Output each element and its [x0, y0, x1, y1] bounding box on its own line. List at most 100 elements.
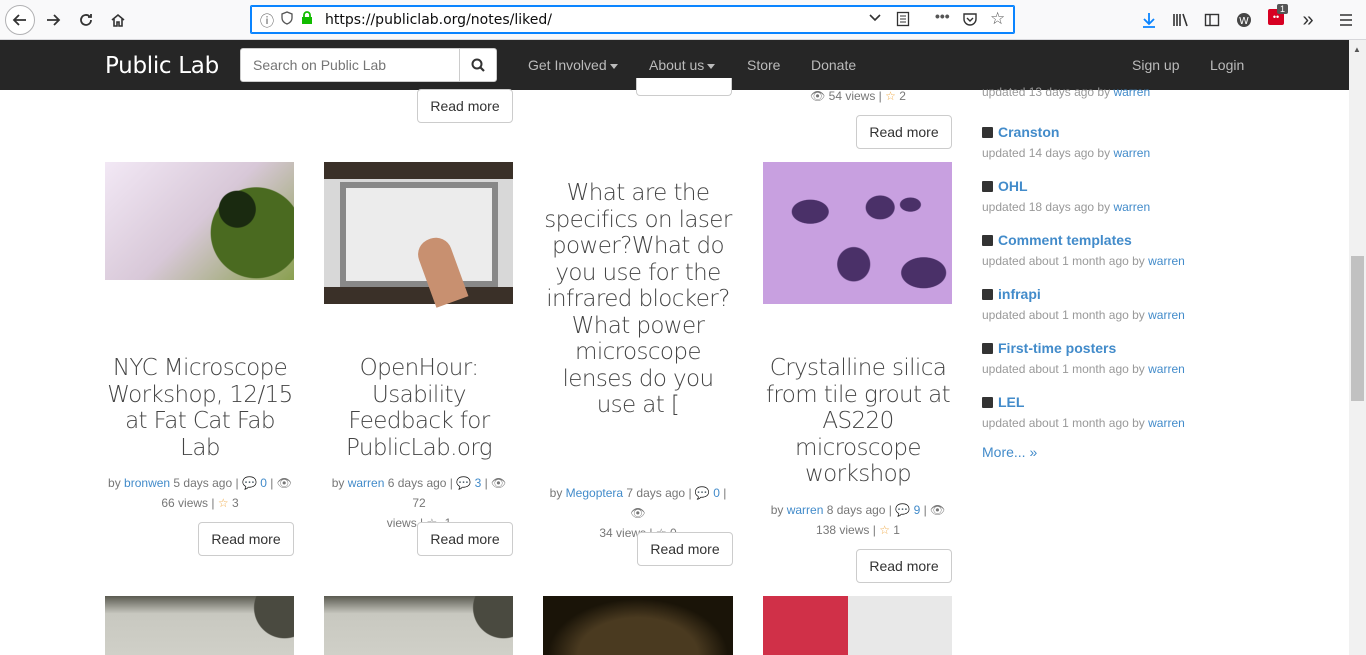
note-image-crystals[interactable] — [763, 162, 952, 304]
note-title[interactable]: NYC Microscope Workshop, 12/15 at Fat Ca… — [105, 355, 295, 461]
read-more-button[interactable]: Read more — [417, 89, 513, 123]
wiki-item: OHL updated 18 days ago by warren — [982, 178, 1151, 214]
note-image[interactable] — [324, 596, 513, 655]
library-icon[interactable] — [1167, 6, 1195, 34]
read-more-button[interactable]: Read more — [637, 532, 733, 566]
book-icon — [982, 127, 993, 138]
lock-icon — [301, 11, 313, 28]
overflow-icon[interactable]: » — [1294, 6, 1322, 34]
comments-link[interactable]: 0 — [713, 486, 720, 500]
user-link[interactable]: warren — [1148, 416, 1185, 430]
wiki-item: Cranston updated 14 days ago by warren — [982, 124, 1151, 160]
card-meta: by bronwen 5 days ago | 💬 0 | 👁 66 views … — [108, 476, 292, 510]
nav-about-us[interactable]: About us — [649, 57, 716, 73]
author-link[interactable]: warren — [348, 476, 385, 490]
read-more-button[interactable] — [636, 78, 732, 96]
caret-down-icon — [609, 63, 618, 69]
browser-toolbar: ⓘ https://publiclab.org/notes/liked/ •••… — [0, 0, 1366, 40]
user-link[interactable]: warren — [1113, 85, 1150, 99]
note-image[interactable] — [543, 596, 733, 655]
note-title[interactable]: OpenHour: Usability Feedback for PublicL… — [324, 355, 514, 461]
nav-get-involved[interactable]: Get Involved — [528, 57, 618, 73]
wiki-link[interactable]: First-time posters — [998, 340, 1116, 356]
url-text[interactable]: https://publiclab.org/notes/liked/ — [325, 12, 552, 28]
nav-store[interactable]: Store — [747, 57, 780, 73]
nav-donate[interactable]: Donate — [811, 57, 856, 73]
comments-link[interactable]: 3 — [475, 476, 482, 490]
caret-down-icon — [707, 63, 716, 69]
user-link[interactable]: warren — [1113, 146, 1150, 160]
home-icon[interactable] — [104, 6, 132, 34]
eye-icon: 👁 — [930, 503, 946, 517]
wiki-item: LEL updated about 1 month ago by warren — [982, 394, 1185, 430]
pocket-icon[interactable] — [962, 11, 978, 30]
download-icon[interactable] — [1135, 6, 1163, 34]
author-link[interactable]: bronwen — [124, 476, 170, 490]
note-image-microscope[interactable] — [105, 162, 294, 280]
svg-text:W: W — [1239, 16, 1249, 27]
wiki-link[interactable]: Comment templates — [998, 232, 1132, 248]
read-more-button[interactable]: Read more — [198, 522, 294, 556]
read-more-button[interactable]: Read more — [856, 549, 952, 583]
back-icon[interactable] — [5, 5, 35, 35]
comment-icon: 💬 — [241, 476, 257, 490]
author-link[interactable]: warren — [787, 503, 824, 517]
wordpress-icon[interactable]: W — [1230, 6, 1258, 34]
user-link[interactable]: warren — [1148, 308, 1185, 322]
wiki-link[interactable]: LEL — [998, 394, 1024, 410]
extension-badge: 1 — [1277, 4, 1289, 14]
shield-icon[interactable] — [281, 11, 293, 28]
info-icon[interactable]: ⓘ — [260, 11, 274, 31]
wiki-link[interactable]: OHL — [998, 178, 1028, 194]
more-link[interactable]: More... » — [982, 444, 1037, 460]
comment-icon: 💬 — [895, 503, 911, 517]
book-icon — [982, 181, 993, 192]
scroll-thumb[interactable] — [1351, 256, 1364, 401]
read-more-button[interactable]: Read more — [417, 522, 513, 556]
url-bar[interactable]: ⓘ https://publiclab.org/notes/liked/ •••… — [250, 5, 1015, 34]
sidebar-icon[interactable] — [1198, 6, 1226, 34]
card-meta: by warren 8 days ago | 💬 9 | 👁 138 views … — [770, 503, 946, 537]
book-icon — [982, 289, 993, 300]
scroll-up-icon[interactable]: ▲ — [1353, 45, 1361, 54]
book-icon — [982, 343, 993, 354]
wiki-item: infrapi updated about 1 month ago by war… — [982, 286, 1185, 322]
wiki-item: First-time posters updated about 1 month… — [982, 340, 1185, 376]
more-actions-icon[interactable]: ••• — [935, 8, 950, 24]
author-link[interactable]: Megoptera — [566, 486, 623, 500]
note-image[interactable] — [105, 596, 294, 655]
star-icon: ☆ — [879, 523, 890, 537]
page-scrollbar[interactable]: ▲ — [1349, 40, 1366, 655]
wiki-link[interactable]: Cranston — [998, 124, 1059, 140]
menu-icon[interactable] — [1332, 6, 1360, 34]
user-link[interactable]: warren — [1148, 362, 1185, 376]
star-icon: ☆ — [885, 89, 896, 103]
sidebar-top-meta: updated 13 days ago by warren — [982, 85, 1151, 99]
user-link[interactable]: warren — [1148, 254, 1185, 268]
signup-link[interactable]: Sign up — [1132, 57, 1179, 73]
chevron-down-icon[interactable] — [868, 10, 882, 27]
bookmark-star-icon[interactable]: ☆ — [990, 9, 1005, 29]
comment-icon: 💬 — [456, 476, 472, 490]
reader-view-icon[interactable] — [896, 11, 910, 30]
note-title[interactable]: Crystalline silica from tile grout at AS… — [763, 355, 953, 488]
wiki-link[interactable]: infrapi — [998, 286, 1041, 302]
user-link[interactable]: warren — [1113, 200, 1150, 214]
reload-icon[interactable] — [72, 6, 100, 34]
login-link[interactable]: Login — [1210, 57, 1244, 73]
note-image-tablet[interactable] — [324, 162, 513, 308]
forward-icon[interactable] — [39, 6, 67, 34]
search-button[interactable] — [459, 48, 497, 82]
eye-icon: 👁 — [491, 476, 507, 490]
note-image[interactable] — [763, 596, 952, 655]
search-input[interactable] — [240, 48, 460, 82]
eye-icon: 👁 — [810, 89, 826, 103]
note-title[interactable]: What are the specifics on laser power?Wh… — [543, 180, 733, 419]
eye-icon: 👁 — [630, 506, 646, 520]
comments-link[interactable]: 0 — [260, 476, 267, 490]
read-more-button[interactable]: Read more — [856, 115, 952, 149]
search-icon — [471, 58, 485, 72]
brand-logo[interactable]: Public Lab — [105, 53, 219, 79]
star-icon: ☆ — [217, 496, 229, 510]
comments-link[interactable]: 9 — [914, 503, 921, 517]
